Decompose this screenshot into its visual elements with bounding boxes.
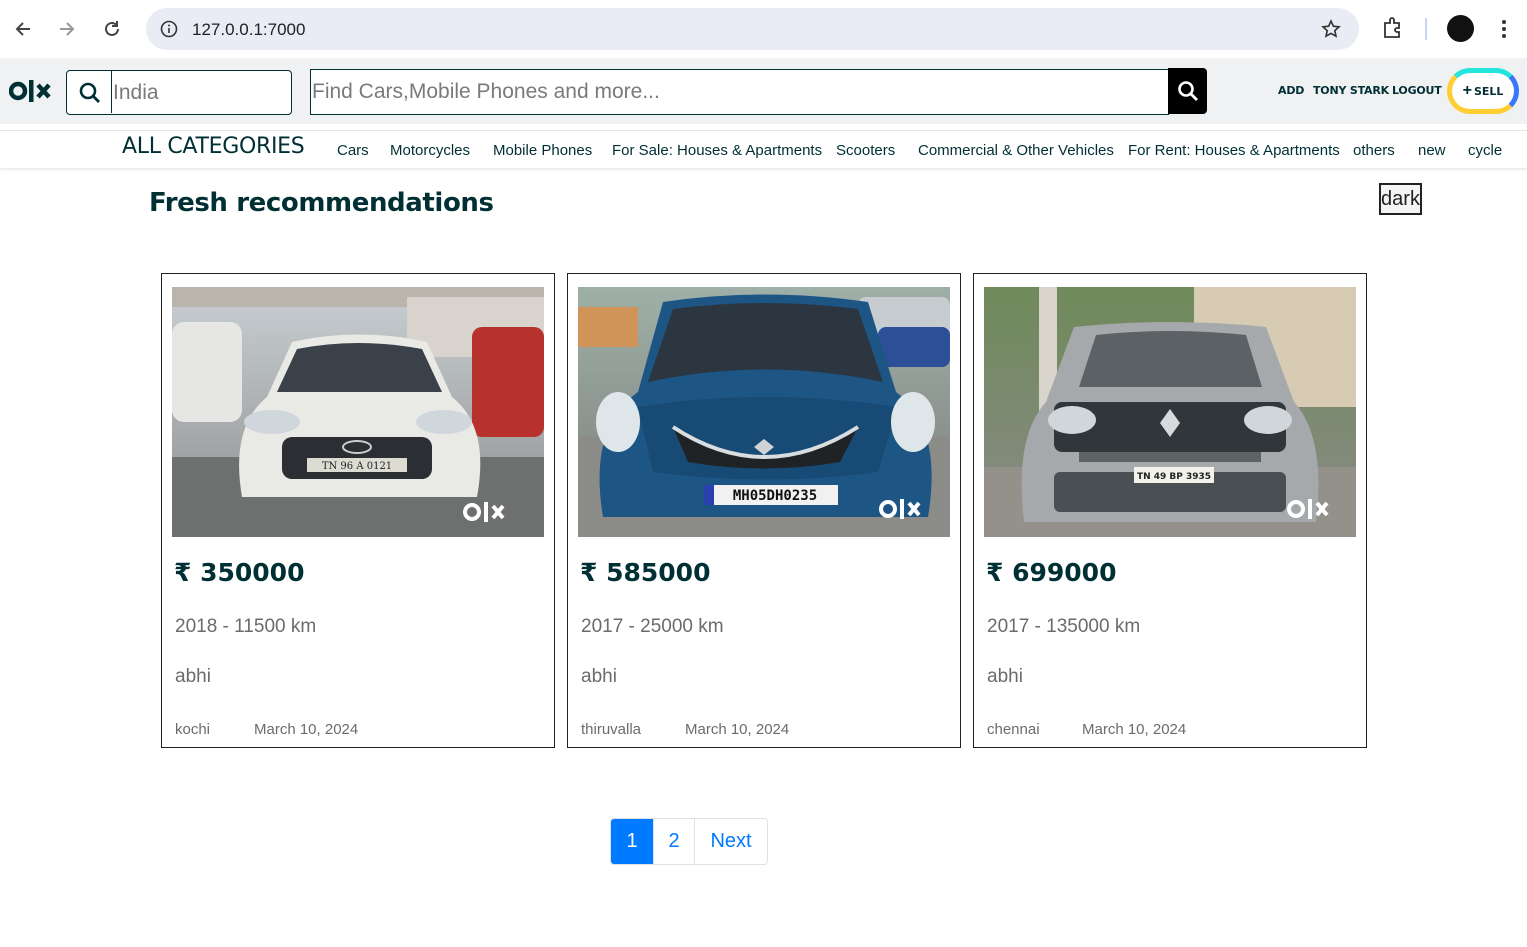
toolbar-divider xyxy=(1425,18,1427,40)
site-info-icon[interactable] xyxy=(158,18,180,40)
category-mobile-phones[interactable]: Mobile Phones xyxy=(493,142,592,159)
page-1-button[interactable]: 1 xyxy=(611,819,653,864)
listing-year-km: 2018 - 11500 km xyxy=(175,616,317,637)
search-icon xyxy=(1177,81,1198,101)
sell-label: SELL xyxy=(1473,84,1504,98)
plus-icon: + xyxy=(1462,82,1472,99)
listing-date: March 10, 2024 xyxy=(685,721,790,738)
dark-mode-toggle[interactable]: dark xyxy=(1379,183,1422,215)
listing-location: kochi xyxy=(175,721,211,738)
license-plate-text: TN 96 A 0121 xyxy=(322,461,392,472)
bookmark-star-icon[interactable] xyxy=(1319,17,1343,41)
next-page-button[interactable]: Next xyxy=(694,819,767,864)
listing-photo[interactable]: MH05DH0235 xyxy=(578,287,950,537)
search-input[interactable]: Find Cars,Mobile Phones and more... xyxy=(310,69,1169,115)
category-for-rent-houses[interactable]: For Rent: Houses & Apartments xyxy=(1128,142,1340,159)
back-button[interactable] xyxy=(8,14,38,44)
listing-year-km: 2017 - 135000 km xyxy=(987,616,1141,637)
search-icon xyxy=(79,82,101,109)
extensions-puzzle-icon[interactable] xyxy=(1380,15,1406,41)
category-cars[interactable]: Cars xyxy=(337,142,369,159)
reload-button[interactable] xyxy=(97,14,127,44)
category-cycle[interactable]: cycle xyxy=(1468,142,1502,159)
location-value[interactable]: India xyxy=(113,81,159,105)
listing-owner: abhi xyxy=(175,666,211,687)
olx-logo[interactable] xyxy=(8,78,53,109)
arrow-right-icon xyxy=(60,22,75,36)
listing-owner: abhi xyxy=(581,666,617,687)
browser-menu-icon[interactable] xyxy=(1494,14,1514,44)
all-categories-dropdown[interactable]: ALL CATEGORIES xyxy=(122,134,305,159)
listing-card[interactable]: MH05DH0235 ₹ 585000 2017 - 25000 km abhi… xyxy=(567,273,961,748)
section-heading: Fresh recommendations xyxy=(149,188,494,218)
category-bar: ALL CATEGORIES Cars Motorcycles Mobile P… xyxy=(0,130,1527,168)
search-button[interactable] xyxy=(1168,68,1207,114)
category-scooters[interactable]: Scooters xyxy=(836,142,895,159)
license-plate-text: TN 49 BP 3935 xyxy=(1137,472,1211,482)
listing-date: March 10, 2024 xyxy=(254,721,359,738)
profile-avatar[interactable] xyxy=(1447,15,1474,42)
forward-button[interactable] xyxy=(52,14,82,44)
listing-photo[interactable]: TN 49 BP 3935 xyxy=(984,287,1356,537)
category-commercial-vehicles[interactable]: Commercial & Other Vehicles xyxy=(918,142,1114,159)
listing-location: chennai xyxy=(987,721,1040,738)
car-body: TN 49 BP 3935 xyxy=(1021,322,1319,522)
address-bar[interactable]: 127.0.0.1:7000 xyxy=(146,8,1359,50)
sell-button[interactable]: + SELL xyxy=(1447,68,1519,114)
arrow-left-icon xyxy=(15,22,30,36)
browser-toolbar: 127.0.0.1:7000 xyxy=(0,0,1527,58)
add-link[interactable]: ADD xyxy=(1278,84,1304,97)
url-text[interactable]: 127.0.0.1:7000 xyxy=(192,20,305,40)
listing-date: March 10, 2024 xyxy=(1082,721,1187,738)
category-for-sale-houses[interactable]: For Sale: Houses & Apartments xyxy=(612,142,822,159)
pagination: 1 2 Next xyxy=(610,818,768,865)
license-plate-text: MH05DH0235 xyxy=(733,488,817,504)
search-placeholder: Find Cars,Mobile Phones and more... xyxy=(312,80,660,103)
listing-owner: abhi xyxy=(987,666,1023,687)
listing-photo[interactable]: TN 96 A 0121 xyxy=(172,287,544,537)
listing-price: ₹ 699000 xyxy=(986,558,1117,587)
listing-price: ₹ 585000 xyxy=(580,558,711,587)
location-input[interactable]: India xyxy=(66,70,292,115)
user-name-link[interactable]: TONY STARK xyxy=(1313,84,1389,97)
listing-card[interactable]: TN 96 A 0121 ₹ 350000 2018 - 11500 km ab… xyxy=(161,273,555,748)
location-divider xyxy=(111,71,112,113)
reload-icon xyxy=(105,21,119,36)
category-motorcycles[interactable]: Motorcycles xyxy=(390,142,470,159)
page-2-button[interactable]: 2 xyxy=(653,819,694,864)
logout-link[interactable]: LOGOUT xyxy=(1392,84,1442,97)
category-others[interactable]: others xyxy=(1353,142,1395,159)
category-new[interactable]: new xyxy=(1418,142,1446,159)
site-header: India Find Cars,Mobile Phones and more..… xyxy=(0,58,1527,124)
listing-card[interactable]: TN 49 BP 3935 ₹ 699000 2017 - 135000 km … xyxy=(973,273,1367,748)
listing-location: thiruvalla xyxy=(581,721,642,738)
listing-year-km: 2017 - 25000 km xyxy=(581,616,724,637)
listing-price: ₹ 350000 xyxy=(174,558,305,587)
